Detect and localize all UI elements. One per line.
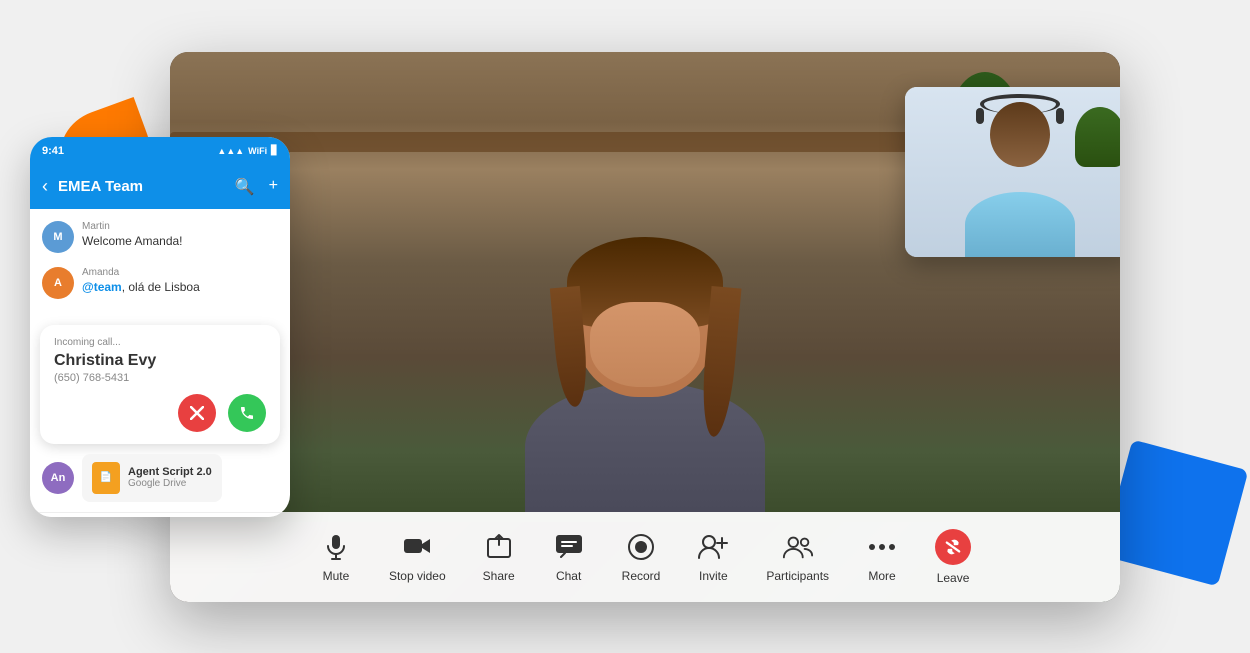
phone-mockup: 9:41 ▲▲▲ WiFi ▊ ‹ EMEA Team 🔍 + M Martin… (30, 137, 290, 517)
chat-button[interactable]: Chat (534, 521, 604, 593)
mention: @team (82, 280, 122, 294)
more-button[interactable]: More (847, 521, 917, 593)
small-video (905, 87, 1120, 257)
file-source: Google Drive (128, 478, 212, 489)
leave-button[interactable]: Leave (917, 519, 989, 595)
message-text: Welcome Amanda! (82, 234, 183, 248)
chat-icon (553, 531, 585, 563)
team-name: EMEA Team (58, 178, 225, 195)
invite-button[interactable]: Invite (678, 521, 748, 593)
more-label: More (868, 569, 895, 583)
avatar: M (42, 221, 74, 253)
header-icons: 🔍 + (235, 177, 278, 197)
sender-name: Martin (82, 221, 183, 232)
share-button[interactable]: Share (464, 521, 534, 593)
phone-time: 9:41 (42, 145, 64, 157)
chat-message: M Martin Welcome Amanda! (42, 221, 278, 253)
video-call-container: Mute Stop video Share (170, 52, 1120, 602)
camera-icon (401, 531, 433, 563)
signal-icon: ▲▲▲ (217, 146, 244, 156)
decline-button[interactable] (178, 394, 216, 432)
record-icon (625, 531, 657, 563)
sv-headset-right (1056, 108, 1064, 124)
share-label: Share (483, 569, 515, 583)
controls-bar: Mute Stop video Share (170, 512, 1120, 602)
sv-plant (1075, 107, 1120, 167)
chat-label: Chat (556, 569, 581, 583)
main-person (525, 247, 765, 512)
blue-decorative-shape (1102, 440, 1249, 587)
message-text: @team, olá de Lisboa (82, 280, 200, 294)
status-icons: ▲▲▲ WiFi ▊ (217, 145, 278, 156)
file-icon: 📄 (92, 462, 120, 494)
mic-icon (320, 531, 352, 563)
participants-button[interactable]: Participants (748, 521, 847, 593)
invite-icon (697, 531, 729, 563)
more-icon (866, 531, 898, 563)
small-video-person (905, 87, 1120, 257)
battery-icon: ▊ (271, 145, 278, 156)
invite-label: Invite (699, 569, 728, 583)
stop-video-label: Stop video (389, 569, 446, 583)
mute-label: Mute (323, 569, 350, 583)
sv-head (990, 102, 1050, 167)
message-input-bar: + Message ➤ (30, 512, 290, 517)
incoming-call-label: Incoming call... (54, 337, 266, 348)
file-content: 📄 Agent Script 2.0 Google Drive (82, 454, 222, 502)
participants-label: Participants (766, 569, 829, 583)
caller-name: Christina Evy (54, 352, 266, 370)
sv-headset (980, 94, 1060, 114)
sv-body (965, 192, 1075, 257)
phone-status-bar: 9:41 ▲▲▲ WiFi ▊ (30, 137, 290, 165)
incoming-call-card: Incoming call... Christina Evy (650) 768… (40, 325, 280, 444)
mute-button[interactable]: Mute (301, 521, 371, 593)
avatar: An (42, 462, 74, 494)
chat-area: M Martin Welcome Amanda! A Amanda @team,… (30, 209, 290, 325)
record-button[interactable]: Record (604, 521, 679, 593)
file-name: Agent Script 2.0 (128, 466, 212, 478)
file-message: An 📄 Agent Script 2.0 Google Drive (30, 454, 290, 502)
phone-header: ‹ EMEA Team 🔍 + (30, 165, 290, 209)
leave-icon (935, 529, 971, 565)
accept-button[interactable] (228, 394, 266, 432)
sv-headset-left (976, 108, 984, 124)
call-actions (54, 394, 266, 432)
participants-icon (782, 531, 814, 563)
search-icon[interactable]: 🔍 (235, 177, 255, 197)
avatar: A (42, 267, 74, 299)
back-button[interactable]: ‹ (42, 176, 48, 197)
stop-video-button[interactable]: Stop video (371, 521, 464, 593)
wifi-icon: WiFi (248, 146, 267, 156)
sender-name: Amanda (82, 267, 200, 278)
record-label: Record (622, 569, 661, 583)
leave-label: Leave (937, 571, 970, 585)
add-icon[interactable]: + (269, 177, 278, 197)
chat-message: A Amanda @team, olá de Lisboa (42, 267, 278, 299)
share-icon (483, 531, 515, 563)
caller-number: (650) 768-5431 (54, 372, 266, 384)
